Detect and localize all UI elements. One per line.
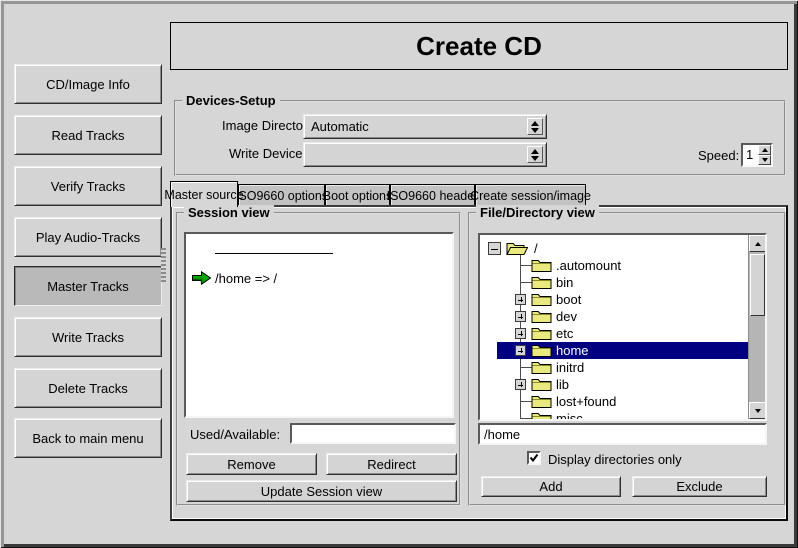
sidebar-button-cd-image-info[interactable]: CD/Image Info xyxy=(14,64,162,104)
sidebar-button-back-to-main-menu[interactable]: Back to main menu xyxy=(14,418,162,458)
redirect-button[interactable]: Redirect xyxy=(326,453,457,475)
tree-item-home[interactable]: home xyxy=(480,342,748,359)
expand-icon[interactable] xyxy=(515,328,526,339)
sidebar-button-delete-tracks[interactable]: Delete Tracks xyxy=(14,368,162,408)
tree-item-initrd[interactable]: initrd xyxy=(480,359,748,376)
tree-item-bin[interactable]: bin xyxy=(480,274,748,291)
sidebar-button-read-tracks[interactable]: Read Tracks xyxy=(14,115,162,155)
folder-icon xyxy=(531,326,552,341)
directory-tree[interactable]: / .automount bin boot dev etc home initrd lib los… xyxy=(478,233,767,421)
expand-icon[interactable] xyxy=(515,311,526,322)
folder-icon xyxy=(531,258,552,273)
spin-up-button[interactable] xyxy=(758,145,771,155)
folder-icon xyxy=(531,309,552,324)
session-item-label: /home => / xyxy=(215,271,277,286)
page-title: Create CD xyxy=(416,31,542,62)
speed-spinner[interactable]: 1 xyxy=(741,143,773,167)
dropdown-arrows-icon xyxy=(527,146,543,163)
tab-create-session-image[interactable]: Create session/image xyxy=(475,184,586,206)
tree-item-label: / xyxy=(534,241,538,256)
remove-button[interactable]: Remove xyxy=(186,453,317,475)
speed-value: 1 xyxy=(746,147,753,162)
expand-icon[interactable] xyxy=(515,345,526,356)
tab-iso9660-options[interactable]: ISO9660 options xyxy=(238,184,325,206)
sidebar-button-play-audio-tracks[interactable]: Play Audio-Tracks xyxy=(14,217,162,257)
page-title-box: Create CD xyxy=(170,22,788,70)
session-list[interactable]: /home => / xyxy=(184,232,454,418)
tab-boot-options[interactable]: Boot options xyxy=(325,184,390,206)
expand-icon[interactable] xyxy=(515,379,526,390)
folder-icon xyxy=(531,292,552,307)
exclude-button[interactable]: Exclude xyxy=(632,476,767,497)
write-device-label: Write Device: xyxy=(229,146,306,161)
path-input[interactable] xyxy=(478,423,767,445)
tree-item-dev[interactable]: dev xyxy=(480,308,748,325)
folder-icon xyxy=(531,377,552,392)
display-directories-checkbox[interactable] xyxy=(527,451,541,465)
tab-iso9660-header[interactable]: ISO9660 header xyxy=(390,184,475,206)
add-button[interactable]: Add xyxy=(481,476,621,497)
pane-grip[interactable] xyxy=(161,248,166,282)
image-directory-value: Automatic xyxy=(311,119,369,134)
session-item[interactable]: /home => / xyxy=(186,270,452,287)
tree-item-label: lib xyxy=(556,377,569,392)
tree-item-label: lost+found xyxy=(556,394,616,409)
scrollbar-thumb[interactable] xyxy=(750,254,765,316)
speed-label: Speed: xyxy=(698,148,739,163)
tree-scrollbar[interactable] xyxy=(748,235,765,419)
tree-item-label: initrd xyxy=(556,360,584,375)
folder-icon xyxy=(531,275,552,290)
used-available-label: Used/Available: xyxy=(190,427,280,442)
session-root-line xyxy=(215,253,333,254)
folder-open-icon xyxy=(506,241,527,256)
session-arrow-icon xyxy=(191,270,212,291)
tree-item-misc[interactable]: misc xyxy=(480,410,748,421)
dropdown-arrows-icon xyxy=(527,118,543,135)
folder-icon xyxy=(531,360,552,375)
file-directory-view-legend: File/Directory view xyxy=(476,205,599,220)
tree-item-label: misc xyxy=(556,411,583,421)
tree-item-label: home xyxy=(556,343,589,358)
tree-item-etc[interactable]: etc xyxy=(480,325,748,342)
tree-item-label: boot xyxy=(556,292,581,307)
xcdroast-window: CD/Image Info Read Tracks Verify Tracks Pla… xyxy=(0,0,798,548)
write-device-select[interactable] xyxy=(303,142,547,167)
folder-icon xyxy=(531,343,552,358)
collapse-icon[interactable] xyxy=(488,242,501,255)
folder-icon xyxy=(531,411,552,421)
tab-master-source[interactable]: Master source xyxy=(170,181,238,207)
tree-item-label: bin xyxy=(556,275,573,290)
sidebar-button-verify-tracks[interactable]: Verify Tracks xyxy=(14,166,162,206)
check-icon xyxy=(529,453,539,463)
expand-icon[interactable] xyxy=(515,294,526,305)
tree-item-label: .automount xyxy=(556,258,621,273)
devices-setup-legend: Devices-Setup xyxy=(182,93,280,108)
scroll-up-button[interactable] xyxy=(749,235,766,252)
sidebar-button-write-tracks[interactable]: Write Tracks xyxy=(14,317,162,357)
used-available-input[interactable] xyxy=(290,423,456,444)
scroll-down-button[interactable] xyxy=(749,402,766,419)
tree-item-boot[interactable]: boot xyxy=(480,291,748,308)
image-directory-select[interactable]: Automatic xyxy=(303,114,547,139)
tree-item-lost-found[interactable]: lost+found xyxy=(480,393,748,410)
update-session-view-button[interactable]: Update Session view xyxy=(186,480,457,502)
spin-down-button[interactable] xyxy=(758,155,771,165)
folder-icon xyxy=(531,394,552,409)
session-view-legend: Session view xyxy=(184,205,274,220)
tree-item-label: etc xyxy=(556,326,573,341)
tree-item-automount[interactable]: .automount xyxy=(480,257,748,274)
tree-item-label: dev xyxy=(556,309,577,324)
sidebar-button-master-tracks[interactable]: Master Tracks xyxy=(14,266,162,306)
tree-item-[interactable]: / xyxy=(480,240,748,257)
tree-item-lib[interactable]: lib xyxy=(480,376,748,393)
display-directories-label: Display directories only xyxy=(548,452,682,467)
